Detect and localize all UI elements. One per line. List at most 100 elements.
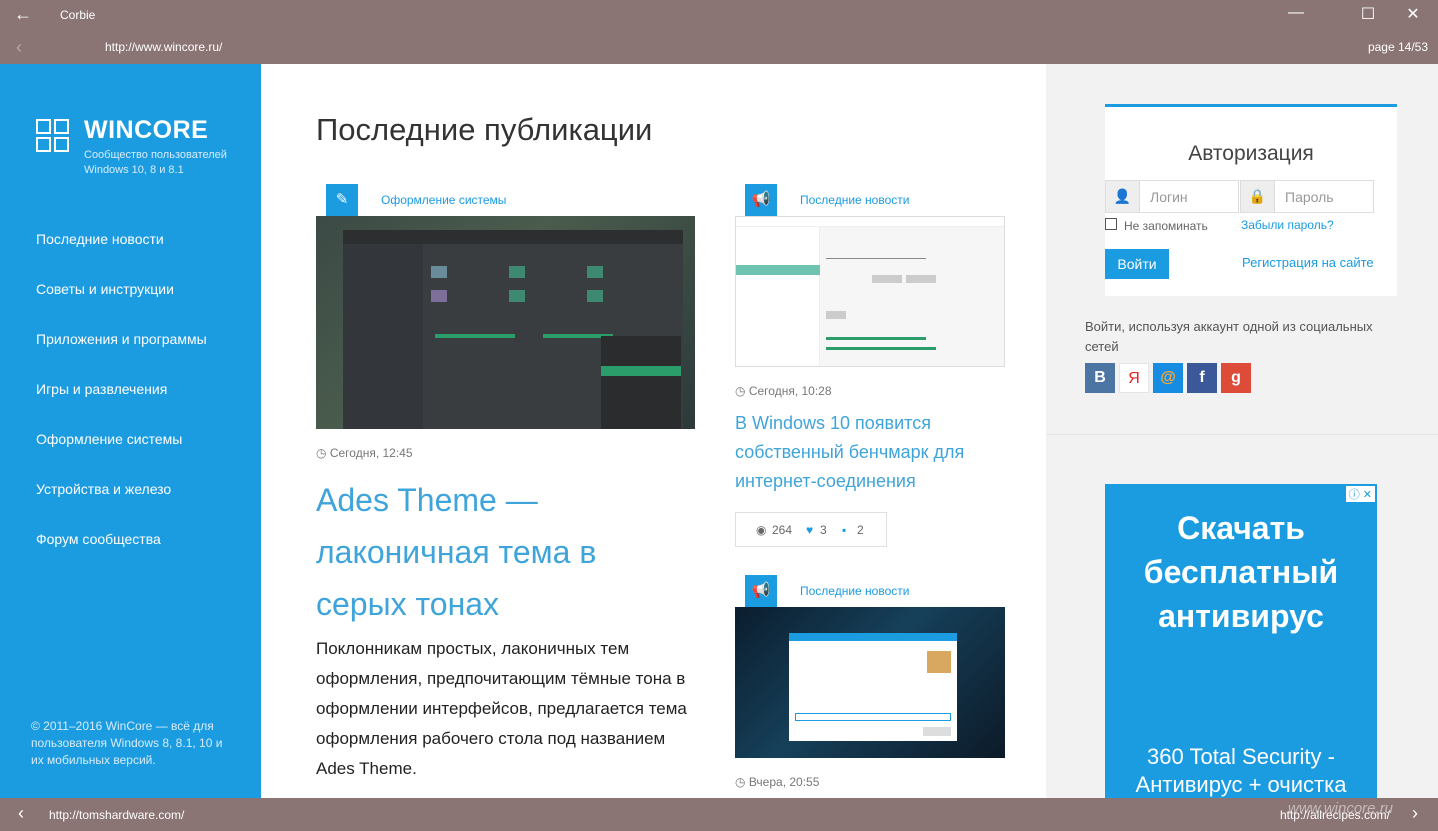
megaphone-icon[interactable]: 📢 <box>745 184 777 216</box>
remember-label[interactable]: Не запоминать <box>1124 219 1208 233</box>
watermark: www.wincore.ru <box>1288 800 1394 817</box>
facebook-icon[interactable]: f <box>1187 363 1217 393</box>
yandex-icon[interactable]: Я <box>1119 363 1149 393</box>
screenshot-folder-icon <box>587 290 603 302</box>
auth-box: Авторизация 👤 Логин 🔒 Пароль Не запомина… <box>1105 104 1397 296</box>
screenshot-dialog <box>789 633 957 741</box>
password-field[interactable]: 🔒 Пароль <box>1240 180 1374 213</box>
password-placeholder[interactable]: Пароль <box>1285 189 1334 205</box>
sidebar-item-themes[interactable]: Оформление системы <box>36 428 207 478</box>
screenshot-folder-icon <box>587 266 603 278</box>
maximize-icon[interactable]: ☐ <box>1358 4 1378 24</box>
screenshot-sidebar <box>343 244 423 429</box>
eye-icon: ◉ <box>756 523 767 537</box>
clock-icon: ◷ <box>316 446 327 460</box>
chevron-right-icon[interactable]: › <box>1412 803 1418 824</box>
screenshot-drive-bar <box>435 334 515 338</box>
brand-name[interactable]: WINCORE <box>84 116 208 145</box>
address-bar: ‹ http://www.wincore.ru/ page 14/53 <box>0 32 1438 64</box>
right-column: Авторизация 👤 Логин 🔒 Пароль Не запомина… <box>1046 64 1438 798</box>
vk-icon[interactable]: В <box>1085 363 1115 393</box>
box-icon <box>927 651 951 673</box>
screenshot-folder-icon <box>509 266 525 278</box>
screenshot-titlebar <box>736 217 1004 227</box>
sidebar-item-apps[interactable]: Приложения и программы <box>36 328 207 378</box>
featured-title[interactable]: Ades Theme — лаконичная тема в серых тон… <box>316 474 676 630</box>
screenshot-button <box>906 275 936 283</box>
remember-checkbox[interactable] <box>1105 218 1117 230</box>
lock-icon: 🔒 <box>1241 181 1275 212</box>
clock-icon: ◷ <box>735 775 746 789</box>
screenshot-close-button <box>923 727 951 736</box>
chevron-left-icon[interactable]: ‹ <box>18 803 24 824</box>
screenshot-textbox <box>795 713 951 721</box>
login-field[interactable]: 👤 Логин <box>1105 180 1239 213</box>
news1-title[interactable]: В Windows 10 появится собственный бенчма… <box>735 409 995 496</box>
screenshot-settings-sidebar <box>736 227 820 366</box>
wincore-logo-icon[interactable] <box>36 119 70 153</box>
sidebar-item-forum[interactable]: Форум сообщества <box>36 528 207 578</box>
user-icon: 👤 <box>1106 181 1140 212</box>
sidebar-item-devices[interactable]: Устройства и железо <box>36 478 207 528</box>
news1-thumbnail[interactable] <box>735 216 1005 367</box>
title-bar: ← Corbie — ☐ ✕ <box>0 0 1438 32</box>
screenshot-network-diagram <box>826 245 926 259</box>
login-button[interactable]: Войти <box>1105 249 1169 279</box>
screenshot-link <box>826 337 926 340</box>
screenshot-titlebar <box>343 230 683 244</box>
ad-banner[interactable]: ⓘ ✕ Скачать бесплатный антивирус 360 Tot… <box>1105 484 1377 798</box>
featured-time-text: Сегодня, 12:45 <box>329 446 413 460</box>
screenshot-button <box>826 311 846 319</box>
featured-excerpt: Поклонникам простых, лаконичных тем офор… <box>316 639 687 778</box>
heart-icon[interactable]: ♥ <box>806 523 813 537</box>
comment-icon[interactable]: ▪ <box>842 523 846 537</box>
featured-thumbnail[interactable] <box>316 216 695 429</box>
megaphone-icon[interactable]: 📢 <box>745 575 777 607</box>
login-placeholder[interactable]: Логин <box>1150 189 1188 205</box>
palette-icon[interactable]: ✎ <box>326 184 358 216</box>
featured-time: ◷ Сегодня, 12:45 <box>316 446 413 460</box>
copyright: © 2011–2016 WinCore — всё для пользовате… <box>31 719 223 767</box>
sidebar-item-games[interactable]: Игры и развлечения <box>36 378 207 428</box>
screenshot-folder-icon <box>431 266 447 278</box>
close-icon[interactable]: ✕ <box>1403 4 1423 24</box>
screenshot-context-menu <box>601 336 681 429</box>
news1-category[interactable]: Последние новости <box>800 193 909 207</box>
minimize-icon[interactable]: — <box>1286 4 1306 22</box>
auth-title: Авторизация <box>1188 142 1314 165</box>
news2-time-text: Вчера, 20:55 <box>748 775 820 789</box>
news1-time: ◷ Сегодня, 10:28 <box>735 384 832 398</box>
forgot-password-link[interactable]: Забыли пароль? <box>1241 218 1334 232</box>
clock-icon: ◷ <box>735 384 746 398</box>
featured-category[interactable]: Оформление системы <box>381 193 506 207</box>
views-count: 264 <box>772 523 793 537</box>
news2-thumbnail[interactable] <box>735 607 1005 758</box>
previous-url[interactable]: http://tomshardware.com/ <box>49 808 184 822</box>
chevron-left-icon[interactable]: ‹ <box>16 37 22 58</box>
sidebar-item-news[interactable]: Последние новости <box>36 228 207 278</box>
ad-subtext[interactable]: 360 Total Security - Антивирус + очистка <box>1105 743 1377 798</box>
news1-stats: ◉ 264 ♥ 3 ▪ 2 <box>735 512 887 547</box>
back-arrow-icon[interactable]: ← <box>14 4 32 25</box>
sidebar-item-tips[interactable]: Советы и инструкции <box>36 278 207 328</box>
main-content: Последние публикации ✎ Оформление систем… <box>261 64 1046 798</box>
screenshot-button <box>872 275 902 283</box>
ad-headline[interactable]: Скачать бесплатный антивирус <box>1105 506 1377 638</box>
screenshot-link <box>826 347 936 350</box>
news2-category[interactable]: Последние новости <box>800 584 909 598</box>
register-link[interactable]: Регистрация на сайте <box>1242 255 1374 270</box>
comments-count: 2 <box>857 523 864 537</box>
ad-info-close-icon[interactable]: ⓘ ✕ <box>1345 486 1375 502</box>
google-plus-icon[interactable]: g <box>1221 363 1251 393</box>
screenshot-window <box>343 230 683 429</box>
current-url[interactable]: http://www.wincore.ru/ <box>105 40 222 54</box>
social-login-text: Войти, используя аккаунт одной из социал… <box>1085 319 1373 354</box>
page-indicator: page 14/53 <box>1367 40 1428 54</box>
bottom-bar: ‹ http://tomshardware.com/ http://allrec… <box>0 798 1438 831</box>
mailru-icon[interactable]: @ <box>1153 363 1183 393</box>
screenshot-menu-highlight <box>601 366 681 376</box>
news2-time: ◷ Вчера, 20:55 <box>735 775 819 789</box>
window-title: Corbie <box>60 8 96 22</box>
news1-time-text: Сегодня, 10:28 <box>748 384 832 398</box>
screenshot-selected-item <box>736 265 820 275</box>
